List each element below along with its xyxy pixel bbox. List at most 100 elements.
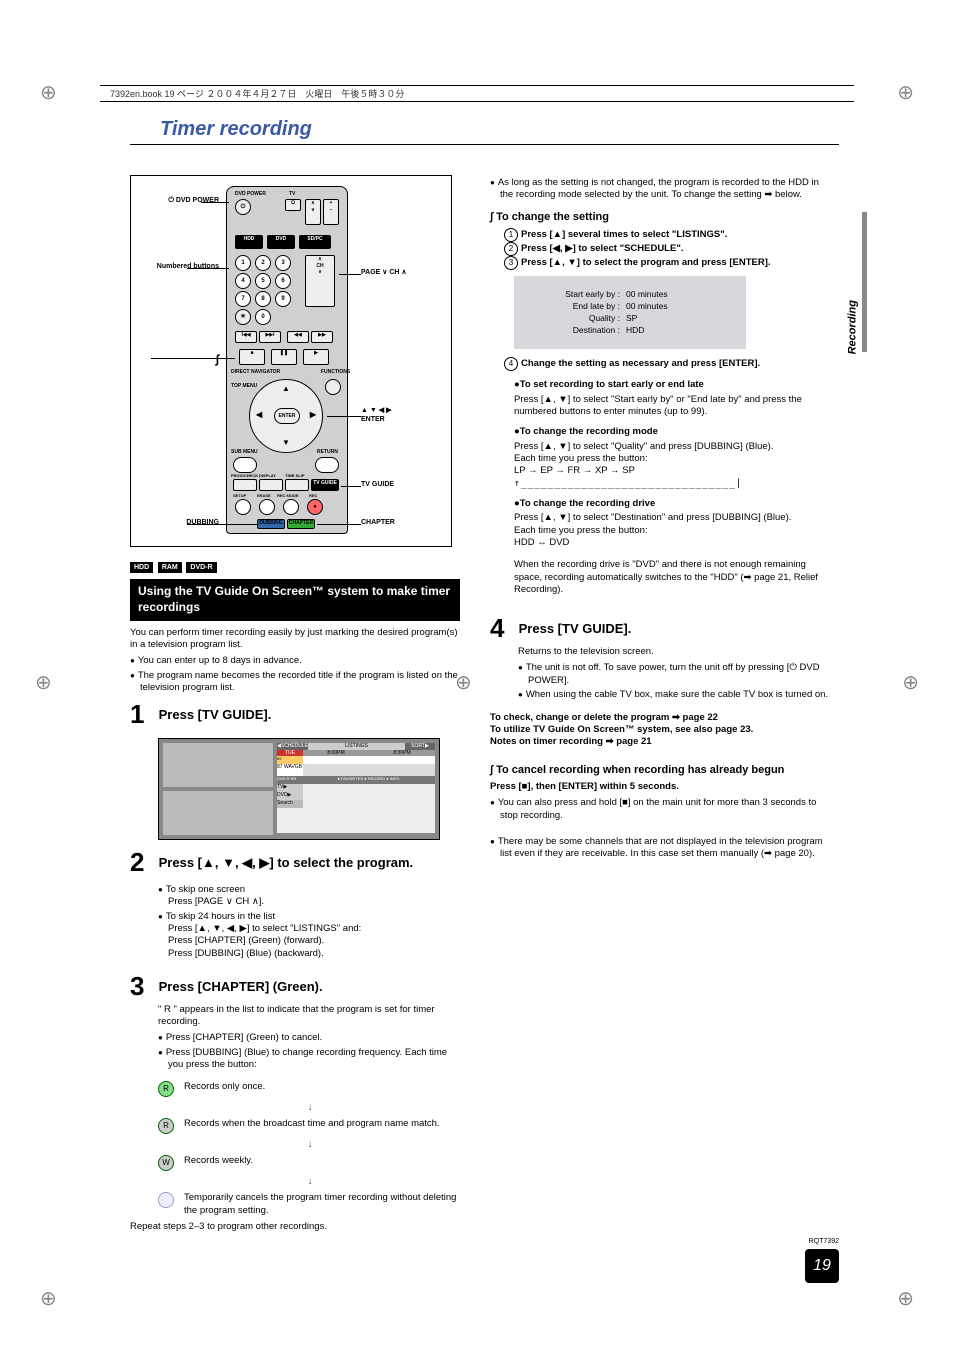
note-timer: Notes on timer recording ➡ page 21 <box>490 736 830 748</box>
freq-text: Records weekly. <box>184 1155 253 1167</box>
crop-mark-icon: ⊕ <box>35 670 52 695</box>
listing-grid: ◀SCHEDULE LISTINGS SORT▶ TUE 8:00PM 8:30… <box>277 743 435 833</box>
remote-internal-label: FUNCTIONS <box>321 369 350 376</box>
remote-internal-label: SETUP <box>233 493 246 498</box>
tv-guide-screenshot: ◀SCHEDULE LISTINGS SORT▶ TUE 8:00PM 8:30… <box>158 738 440 840</box>
remote-internal-label: RETURN <box>317 449 338 456</box>
preview-box <box>163 743 273 787</box>
timeslip-button <box>285 479 309 491</box>
step-4-body: Returns to the television screen. The un… <box>518 646 830 701</box>
dvd-button: DVD <box>267 235 295 249</box>
rec-button: ● <box>307 499 323 515</box>
body-text: Each time you press the button: <box>514 453 830 465</box>
crop-mark-icon: ⊕ <box>40 80 57 105</box>
step-2-body: To skip one screenPress [PAGE ∨ CH ∧]. T… <box>158 884 460 960</box>
step-title: Press [▲, ▼, ◀, ▶] to select the program… <box>159 855 449 872</box>
remote-internal-label: DISPLAY <box>259 473 276 478</box>
remote-diagram: DVD POWER TV ⏻ ⏻ ∧∨ +− HDD DVD SD/PC 1 2… <box>130 175 452 547</box>
freq-weekly: W Records weekly. <box>158 1155 460 1171</box>
repeat-note: Repeat steps 2–3 to program other record… <box>130 1221 460 1233</box>
freq-icon: R <box>158 1081 174 1097</box>
settings-popup: Start early by :00 minutes End late by :… <box>514 276 746 349</box>
skip-prev: I◀◀ <box>235 331 257 343</box>
freq-text: Records only once. <box>184 1081 265 1093</box>
nav-dpad: ENTER ▲ ▼ ◀ ▶ <box>249 379 323 453</box>
down-arrow-icon: ↓ <box>160 1175 460 1188</box>
remote-internal-label: TOP MENU <box>231 383 257 390</box>
down-arrow-icon: ↓ <box>160 1101 460 1114</box>
callout-dubbing: DUBBING <box>137 518 219 527</box>
callout-page-ch: PAGE ∨ CH ∧ <box>361 268 445 277</box>
num-9: 9 <box>275 291 291 307</box>
step-title: Press [TV GUIDE]. <box>159 707 449 724</box>
bullet: Press [CHAPTER] (Green) to cancel. <box>158 1032 460 1044</box>
callout-numbered: Numbered buttons <box>137 262 219 271</box>
slow-rev: ◀◀ <box>287 331 309 343</box>
intro-text: You can perform timer recording easily b… <box>130 627 460 652</box>
circled-1: 1 <box>504 228 518 242</box>
callout-line <box>151 358 235 359</box>
ad-box <box>163 791 273 835</box>
stop-button: ■ <box>239 349 265 365</box>
ch-button: ∧∨ <box>305 199 321 225</box>
bullet: When using the cable TV box, make sure t… <box>518 689 830 701</box>
step-3: 3 Press [CHAPTER] (Green). <box>130 970 460 1004</box>
left-column: DVD POWER TV ⏻ ⏻ ∧∨ +− HDD DVD SD/PC 1 2… <box>130 175 460 1233</box>
bullet: To skip one screenPress [PAGE ∨ CH ∧]. <box>158 884 460 909</box>
ch-page-rocker: ∧CH∨ <box>305 255 335 307</box>
play-button: ▶ <box>303 349 329 365</box>
num-1: 1 <box>235 255 251 271</box>
num-5: 5 <box>255 273 271 289</box>
section-tab: Recording <box>846 300 858 354</box>
drive-cycle: HDD ↔ DVD <box>514 537 830 549</box>
remote-body: DVD POWER TV ⏻ ⏻ ∧∨ +− HDD DVD SD/PC 1 2… <box>226 186 348 534</box>
circled-4: 4 <box>504 357 518 371</box>
bullet: To skip 24 hours in the list Press [▲, ▼… <box>158 911 460 960</box>
cancel-instr: Press [■], then [ENTER] within 5 seconds… <box>490 781 830 793</box>
remote-internal-label: TV <box>289 191 295 198</box>
num-2: 2 <box>255 255 271 271</box>
down-arrow-icon: ↓ <box>160 1138 460 1151</box>
step-1: 1 Press [TV GUIDE]. <box>130 698 460 732</box>
bullet: There may be some channels that are not … <box>490 836 830 861</box>
note-utilize: To utilize TV Guide On Screen™ system, s… <box>490 724 830 736</box>
mode-cycle: LP → EP → FR → XP → SP <box>514 465 830 477</box>
freq-icon: W <box>158 1155 174 1171</box>
bullet: The program name becomes the recorded ti… <box>130 670 460 695</box>
remote-internal-label: DVD POWER <box>235 191 266 198</box>
body-text: Press [▲, ▼] to select "Destination" and… <box>514 512 830 524</box>
callout-line <box>339 274 361 275</box>
note-check: To check, change or delete the program ➡… <box>490 712 830 724</box>
num-0: 0 <box>255 309 271 325</box>
freq-text: Records when the broadcast time and prog… <box>184 1118 440 1130</box>
step-2: 2 Press [▲, ▼, ◀, ▶] to select the progr… <box>130 846 460 880</box>
down-arrow-icon: ▼ <box>282 438 290 448</box>
sdpc-button: SD/PC <box>299 235 331 249</box>
right-arrow-icon: ▶ <box>310 410 316 420</box>
page-number: 19 <box>805 1249 839 1283</box>
callout-line <box>341 486 361 487</box>
section-heading: Using the TV Guide On Screen™ system to … <box>130 579 460 620</box>
callout-line <box>201 202 229 203</box>
progcheck-button <box>233 479 257 491</box>
callout-line <box>187 524 259 525</box>
change-details: ●To set recording to start early or end … <box>514 379 830 596</box>
remote-internal-label: DIRECT NAVIGATOR <box>231 369 280 376</box>
circled-3: 3 <box>504 256 518 270</box>
callout-stop: ∫ <box>137 352 219 368</box>
remote-internal-label: ERASE <box>257 493 271 498</box>
badge: HDD <box>130 562 153 573</box>
crop-mark-icon: ⊕ <box>897 1286 914 1311</box>
step-4-sub: Returns to the television screen. <box>518 646 830 658</box>
badge: DVD-R <box>186 562 216 573</box>
bullet: You can enter up to 8 days in advance. <box>130 655 460 667</box>
num-3: 3 <box>275 255 291 271</box>
mode-cycle-loop: ↑________________________________| <box>514 478 830 490</box>
freq-icon <box>158 1192 174 1208</box>
change-steps: 1Press [▲] several times to select "LIST… <box>504 228 830 270</box>
vol-button: +− <box>323 199 339 225</box>
callout-tvguide: TV GUIDE <box>361 480 445 489</box>
freq-icon: R <box>158 1118 174 1134</box>
callout-line <box>317 524 361 525</box>
body-text: Press [▲, ▼] to select "Start early by" … <box>514 394 830 419</box>
